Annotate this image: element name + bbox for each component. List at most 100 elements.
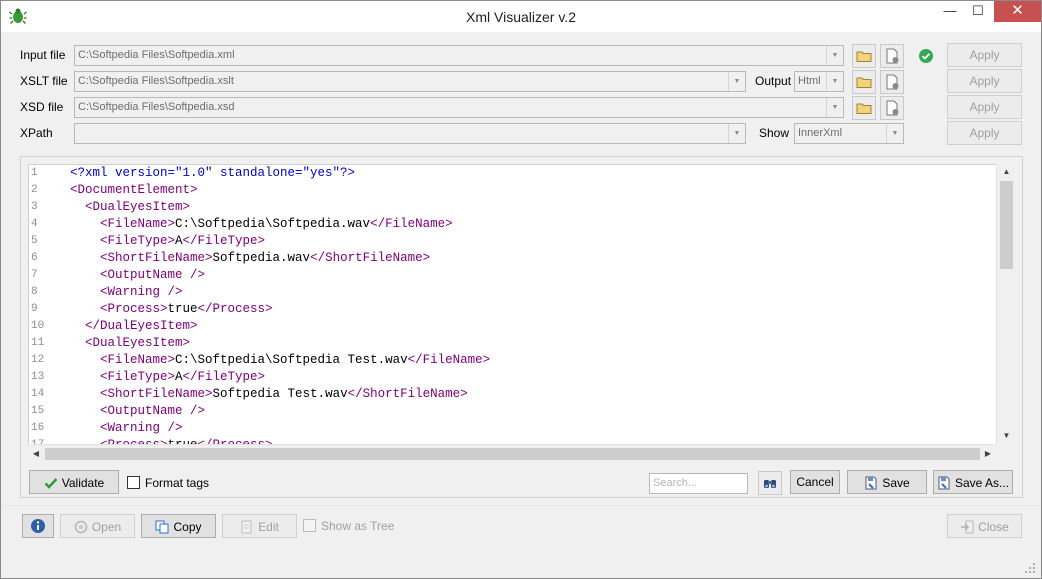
- copy-button[interactable]: Copy: [141, 514, 216, 538]
- show-as-tree-checkbox[interactable]: [303, 519, 316, 532]
- xml-tag: <?xml version="1.0" standalone="yes"?>: [70, 166, 356, 180]
- chevron-down-icon[interactable]: ▼: [728, 72, 745, 91]
- xsd-file-combo[interactable]: C:\Softpedia Files\Softpedia.xsd ▼: [74, 97, 844, 118]
- save-as-icon: [938, 476, 950, 490]
- save-as-button[interactable]: Save As...: [933, 470, 1013, 494]
- folder-icon: [856, 77, 872, 88]
- title-bar: Xml Visualizer v.2 — ☐ ✕: [1, 1, 1041, 32]
- code-text: <FileName>C:\Softpedia\Softpedia Test.wa…: [70, 352, 490, 369]
- show-combo[interactable]: InnerXml ▼: [794, 123, 904, 144]
- code-text: <Warning />: [70, 420, 183, 437]
- line-number: 2: [31, 184, 38, 196]
- validate-button[interactable]: Validate: [29, 470, 119, 494]
- scroll-right-icon[interactable]: ▶: [980, 445, 996, 463]
- apply-xslt-button[interactable]: Apply: [947, 69, 1022, 93]
- edit-button[interactable]: Edit: [222, 514, 297, 538]
- code-line: 9 <Process>true</Process>: [29, 301, 1014, 318]
- cancel-button[interactable]: Cancel: [790, 470, 840, 494]
- input-file-combo[interactable]: C:\Softpedia Files\Softpedia.xml ▼: [74, 45, 844, 66]
- search-placeholder: Search...: [653, 477, 698, 489]
- save-button[interactable]: Save: [847, 470, 927, 494]
- line-number: 5: [31, 235, 38, 247]
- new-xsd-button[interactable]: [880, 96, 904, 120]
- browse-xsd-button[interactable]: [852, 96, 876, 120]
- edit-label: Edit: [258, 519, 279, 534]
- xml-text: true: [167, 302, 198, 316]
- copy-icon: [155, 520, 169, 534]
- chevron-down-icon[interactable]: ▼: [728, 124, 745, 143]
- chevron-down-icon[interactable]: ▼: [826, 98, 843, 117]
- open-label: Open: [91, 519, 122, 534]
- close-window-button[interactable]: ✕: [994, 1, 1041, 22]
- apply-xpath-button[interactable]: Apply: [947, 121, 1022, 145]
- maximize-button[interactable]: ☐: [964, 1, 992, 22]
- close-button[interactable]: Close: [947, 514, 1022, 538]
- document-icon: [886, 74, 899, 90]
- code-text: <OutputName />: [70, 403, 205, 420]
- chevron-down-icon[interactable]: ▼: [826, 72, 843, 91]
- code-text: <DualEyesItem>: [70, 199, 190, 216]
- code-line: 6 <ShortFileName>Softpedia.wav</ShortFil…: [29, 250, 1014, 267]
- document-icon: [886, 48, 899, 64]
- horizontal-scroll-thumb[interactable]: [45, 448, 980, 460]
- output-combo[interactable]: Html ▼: [794, 71, 844, 92]
- xsd-file-value: C:\Softpedia Files\Softpedia.xsd: [78, 101, 235, 113]
- folder-icon: [856, 103, 872, 114]
- xml-tag: </ShortFileName>: [347, 387, 468, 401]
- xml-tag: <OutputName />: [100, 268, 206, 282]
- input-file-value: C:\Softpedia Files\Softpedia.xml: [78, 49, 235, 61]
- xml-tag: </FileName>: [407, 353, 491, 367]
- xpath-combo[interactable]: ▼: [74, 123, 746, 144]
- find-button[interactable]: [758, 471, 782, 495]
- new-input-button[interactable]: [880, 44, 904, 68]
- vertical-scroll-thumb[interactable]: [1000, 181, 1013, 269]
- info-button[interactable]: [22, 514, 54, 538]
- code-text: <DocumentElement>: [70, 182, 198, 199]
- xslt-file-combo[interactable]: C:\Softpedia Files\Softpedia.xslt ▼: [74, 71, 746, 92]
- code-text: <ShortFileName>Softpedia Test.wav</Short…: [70, 386, 468, 403]
- horizontal-scrollbar[interactable]: ◀ ▶: [28, 444, 996, 462]
- vertical-scrollbar[interactable]: ▲ ▼: [996, 164, 1016, 444]
- minimize-button[interactable]: —: [936, 1, 964, 22]
- scroll-down-icon[interactable]: ▼: [997, 428, 1016, 444]
- apply-input-button[interactable]: Apply: [947, 43, 1022, 67]
- scroll-up-icon[interactable]: ▲: [997, 164, 1016, 180]
- input-file-label: Input file: [20, 48, 66, 62]
- xml-tag: <FileType>: [100, 370, 176, 384]
- code-line: 14 <ShortFileName>Softpedia Test.wav</Sh…: [29, 386, 1014, 403]
- open-button[interactable]: Open: [60, 514, 135, 538]
- code-lines: 1 <?xml version="1.0" standalone="yes"?> 2…: [29, 165, 1014, 454]
- resize-grip-icon[interactable]: [1023, 561, 1037, 575]
- valid-check-icon: [919, 49, 933, 63]
- show-label: Show: [759, 126, 790, 140]
- xml-text: Softpedia.wav: [212, 251, 311, 265]
- code-text: <FileType>A</FileType>: [70, 369, 265, 386]
- chevron-down-icon[interactable]: ▼: [886, 124, 903, 143]
- scroll-left-icon[interactable]: ◀: [28, 445, 44, 463]
- code-text: <Process>true</Process>: [70, 301, 273, 318]
- footer-separator: [1, 505, 1041, 506]
- new-xslt-button[interactable]: [880, 70, 904, 94]
- xml-tag: <Warning />: [100, 421, 183, 435]
- code-text: <Warning />: [70, 284, 183, 301]
- xml-editor[interactable]: 1 <?xml version="1.0" standalone="yes"?> 2…: [28, 164, 1016, 462]
- xml-tag: <Warning />: [100, 285, 183, 299]
- browse-xslt-button[interactable]: [852, 70, 876, 94]
- format-tags-checkbox[interactable]: [127, 476, 140, 489]
- app-window: Xml Visualizer v.2 — ☐ ✕ Input file C:\S…: [0, 0, 1042, 579]
- search-input[interactable]: Search...: [649, 473, 748, 494]
- apply-xsd-button[interactable]: Apply: [947, 95, 1022, 119]
- code-line: 3 <DualEyesItem>: [29, 199, 1014, 216]
- browse-input-button[interactable]: [852, 44, 876, 68]
- save-icon: [865, 476, 877, 490]
- chevron-down-icon[interactable]: ▼: [826, 46, 843, 65]
- code-text: <FileType>A</FileType>: [70, 233, 265, 250]
- code-line: 7 <OutputName />: [29, 267, 1014, 284]
